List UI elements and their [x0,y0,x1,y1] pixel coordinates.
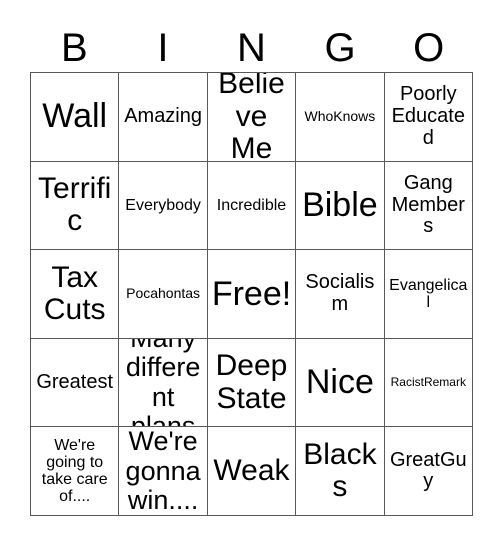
bingo-cell-o1[interactable]: Poorly Educated [384,73,473,162]
bingo-cell-o2[interactable]: Gang Members [384,161,473,251]
bingo-cell-g3-label: Socialism [305,271,375,315]
header-letter-o: O [384,18,473,70]
bingo-cell-b5[interactable]: We're going to take care of.... [31,427,120,516]
bingo-cell-i2[interactable]: Everybody [119,161,208,251]
bingo-cell-n4[interactable]: Deep State [207,338,297,428]
bingo-cell-o4[interactable]: RacistRemark [384,338,473,428]
bingo-cell-free-space-label: Free! [211,274,292,313]
bingo-cell-i4-label: Many different plans [125,339,201,428]
bingo-cell-g5[interactable]: Blacks [296,427,385,516]
header-letter-i: I [119,18,208,70]
bingo-cell-i3[interactable]: Pocahontas [119,250,208,339]
bingo-card: B I N G O Wall Amazing Believe Me WhoKno… [0,0,500,544]
bingo-cell-i1[interactable]: Amazing [119,73,208,162]
bingo-cell-n5-label: Weak [213,453,290,487]
header-letter-b: B [30,18,119,70]
bingo-cell-b3[interactable]: Tax Cuts [31,250,120,339]
header-letter-n: N [207,18,296,70]
bingo-cell-o1-label: Poorly Educated [391,83,465,149]
bingo-cell-n5[interactable]: Weak [207,427,297,516]
bingo-cell-i5[interactable]: We're gonna win.... [119,427,208,516]
bingo-cell-g3[interactable]: Socialism [296,250,385,339]
bingo-cell-g2[interactable]: Bible [296,161,385,251]
header-letter-o-text: O [413,26,445,70]
bingo-cell-b2[interactable]: Terrific [31,161,120,251]
header-letter-n-text: N [237,26,266,70]
bingo-cell-b4[interactable]: Greatest [31,338,120,428]
bingo-cell-o3[interactable]: Evangelical [384,250,473,339]
bingo-cell-b5-label: We're going to take care of.... [41,436,108,506]
bingo-cell-free-space[interactable]: Free! [207,250,297,339]
bingo-cell-i2-label: Everybody [125,196,201,214]
bingo-cell-g1[interactable]: WhoKnows [296,73,385,162]
bingo-cell-i4[interactable]: Many different plans [119,338,208,428]
bingo-cell-n1[interactable]: Believe Me [207,73,297,162]
bingo-cell-g4[interactable]: Nice [296,338,385,428]
bingo-cell-b1-label: Wall [42,97,108,136]
bingo-header: B I N G O [30,18,473,70]
bingo-grid: Wall Amazing Believe Me WhoKnows Poorly … [30,72,473,516]
header-letter-b-text: B [60,26,88,70]
bingo-cell-o4-label: RacistRemark [390,375,466,390]
bingo-cell-g2-label: Bible [302,186,378,225]
bingo-cell-i1-label: Amazing [124,105,202,127]
header-letter-i-text: I [157,26,169,70]
bingo-cell-g1-label: WhoKnows [304,108,376,125]
bingo-cell-n2-label: Incredible [216,196,287,214]
bingo-cell-n4-label: Deep State [215,349,288,415]
bingo-cell-i3-label: Pocahontas [126,285,201,302]
bingo-cell-b4-label: Greatest [36,370,114,393]
bingo-cell-o2-label: Gang Members [391,172,465,238]
bingo-cell-g4-label: Nice [305,363,374,402]
bingo-cell-n2[interactable]: Incredible [207,161,297,251]
header-letter-g-text: G [324,26,356,70]
bingo-cell-o5[interactable]: GreatGuy [384,427,473,516]
bingo-cell-b1[interactable]: Wall [31,73,120,162]
bingo-cell-b3-label: Tax Cuts [43,260,106,326]
bingo-cell-o5-label: GreatGuy [389,448,467,493]
bingo-cell-g5-label: Blacks [303,437,377,504]
header-letter-g: G [296,18,385,70]
bingo-cell-i5-label: We're gonna win.... [125,427,201,515]
bingo-cell-b2-label: Terrific [38,172,112,238]
bingo-cell-n1-label: Believe Me [218,73,285,162]
bingo-cell-o3-label: Evangelical [389,276,468,311]
